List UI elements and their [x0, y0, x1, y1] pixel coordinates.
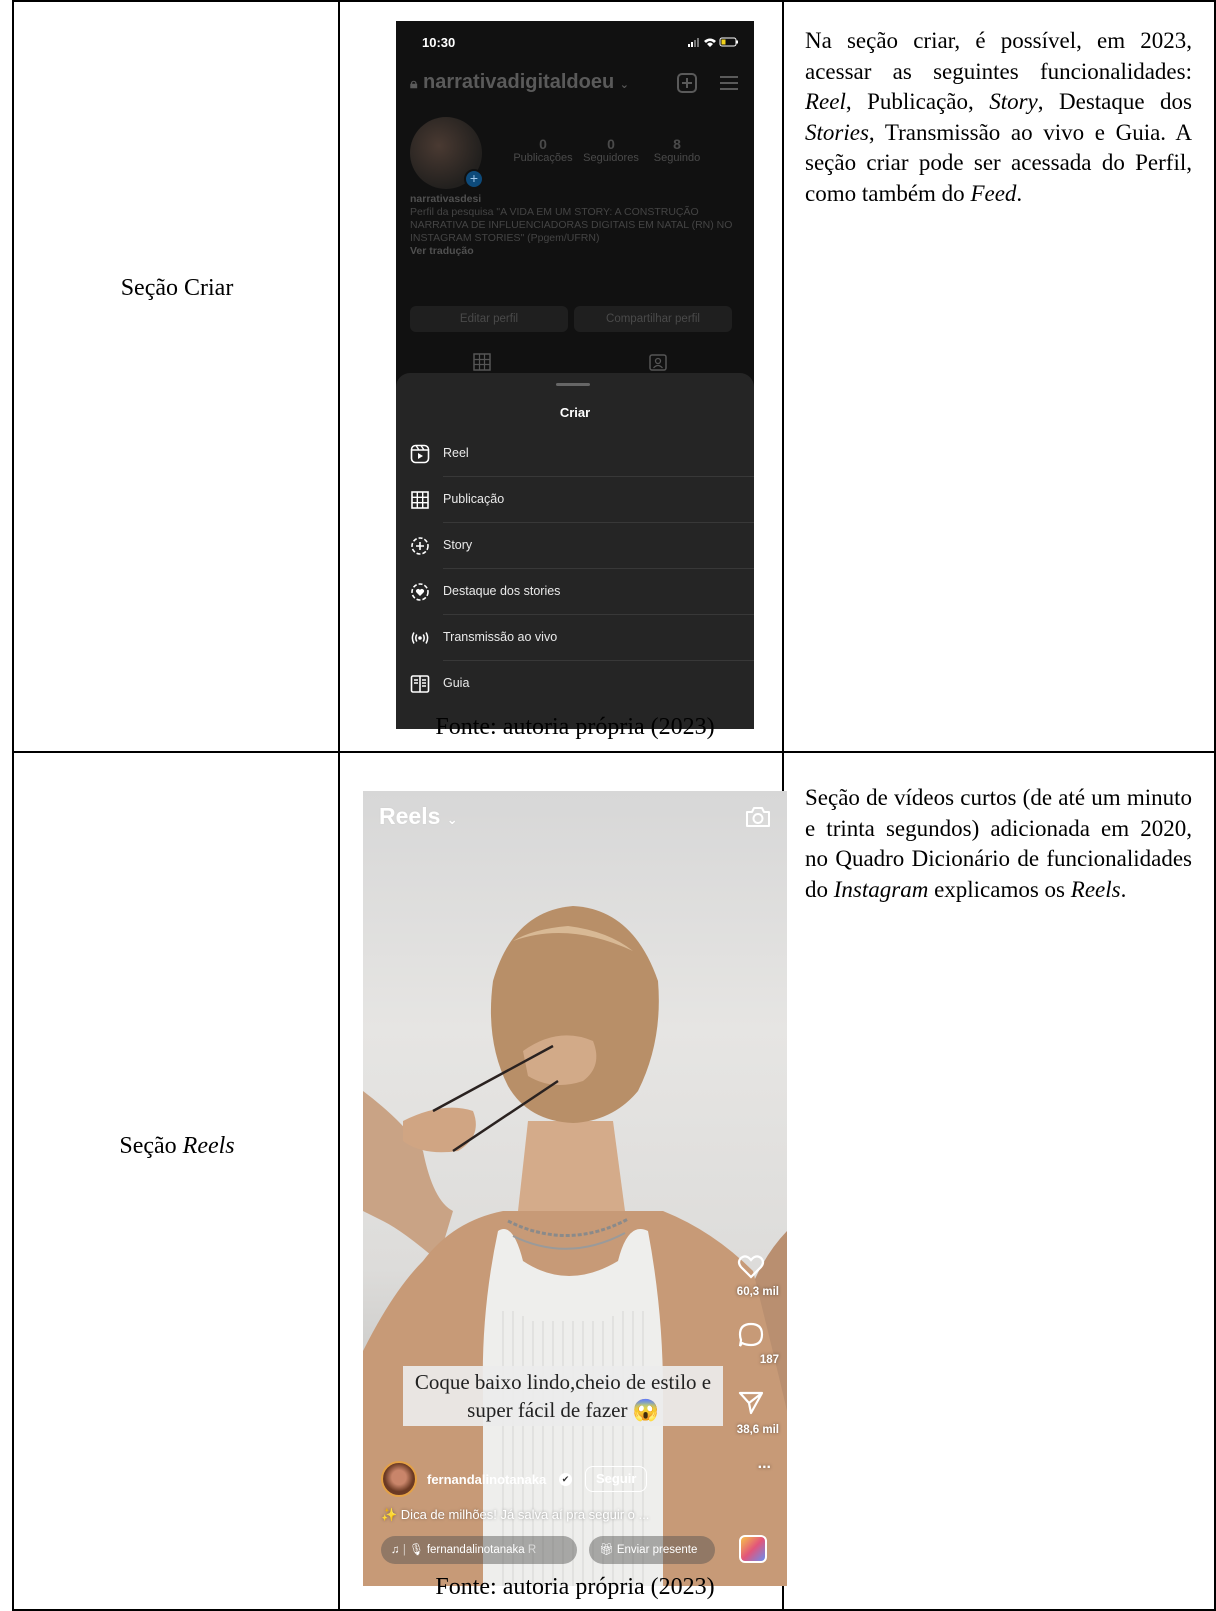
likes-count: 60,3 mil: [736, 1286, 779, 1298]
description-text: Na seção criar, é possível, em 2023, ace…: [805, 28, 1193, 206]
camera-icon[interactable]: [745, 805, 771, 829]
stat-followers[interactable]: 0 Seguidores: [576, 136, 646, 164]
comments-count: 187: [759, 1354, 779, 1366]
account-avatar[interactable]: [381, 1461, 417, 1497]
menu-item-story[interactable]: Story: [396, 523, 754, 569]
shares-count: 38,6 mil: [736, 1424, 779, 1436]
stat-posts[interactable]: 0 Publicações: [508, 136, 578, 164]
audio-pill[interactable]: ♫ | 🎙︎ fernandalinotanaka R: [381, 1536, 577, 1564]
guide-book-icon: [410, 675, 430, 693]
profile-bio: narrativasdesi Perfil da pesquisa "A VID…: [410, 193, 740, 258]
send-gift-button[interactable]: 🎁︎ Enviar presente: [589, 1536, 715, 1564]
gift-icon: 🎁︎: [599, 1544, 614, 1556]
reel-video-frame[interactable]: [363, 791, 787, 1586]
grid-tab-icon[interactable]: [473, 353, 491, 371]
display-name: narrativasdesi: [410, 193, 482, 205]
comment-icon[interactable]: [737, 1321, 765, 1349]
like-heart-icon[interactable]: [737, 1253, 765, 1281]
more-options-icon[interactable]: ...: [758, 1455, 771, 1473]
status-time: 10:30: [422, 35, 456, 50]
description-text: Seção de vídeos curtos (de até um minuto…: [805, 785, 1192, 902]
menu-item-reel[interactable]: Reel: [396, 431, 754, 477]
lock-icon: 🔒︎: [410, 75, 418, 91]
overlay-caption-text: Coque baixo lindo,cheio de estilo e supe…: [403, 1366, 723, 1426]
table-row-divider: [12, 751, 1216, 753]
sheet-title: Criar: [559, 405, 591, 420]
share-profile-button[interactable]: Compartilhar perfil: [574, 306, 732, 332]
follow-button[interactable]: Seguir: [585, 1466, 648, 1492]
edit-profile-button[interactable]: Editar perfil: [410, 306, 568, 332]
menu-item-publicacao[interactable]: Publicação: [396, 477, 754, 523]
caption-criar: Fonte: autoria própria (2023): [435, 714, 715, 740]
audio-bar: ♫ | 🎙︎ fernandalinotanaka R 🎁︎ Enviar pr…: [381, 1536, 715, 1564]
music-note-icon: ♫: [391, 1544, 400, 1556]
highlight-heart-icon: [411, 583, 429, 601]
chevron-down-icon: ⌄: [619, 79, 629, 91]
sheet-drag-handle[interactable]: [556, 383, 590, 386]
table-border-left: [12, 0, 14, 1611]
tagged-tab-icon[interactable]: [649, 353, 667, 371]
reels-title[interactable]: Reels ⌄: [379, 803, 458, 830]
caption-reels: Fonte: autoria própria (2023): [435, 1574, 715, 1600]
profile-top-icons[interactable]: [672, 71, 742, 95]
reel-description[interactable]: ✨ Dica de milhões! Já salva aí pra segui…: [381, 1507, 649, 1523]
create-bottom-sheet: Criar Reel Publicação Story Destaque dos…: [396, 373, 754, 729]
chevron-down-icon: ⌄: [446, 812, 458, 827]
row-description-reels: Seção de vídeos curtos (de até um minuto…: [805, 783, 1192, 905]
story-plus-icon: [411, 537, 429, 555]
row-label-reels: Seção Reels: [119, 1133, 235, 1159]
menu-item-transmissao[interactable]: Transmissão ao vivo: [396, 615, 754, 661]
verified-badge-icon: ✔: [559, 1473, 572, 1486]
microphone-icon: 🎙︎: [409, 1544, 424, 1556]
add-story-plus-icon[interactable]: +: [464, 169, 484, 189]
table-col-divider-1: [338, 0, 340, 1611]
instagram-profile-screenshot: 10:30 🔒︎ narrativadigitaldoeu ⌄ + 0 Publi…: [396, 21, 754, 729]
account-handle[interactable]: fernandalinotanaka: [427, 1472, 546, 1487]
share-send-icon[interactable]: [737, 1389, 765, 1417]
instagram-reels-screenshot: Reels ⌄ 60,3 mil 187 38,6 mil ... Coque …: [363, 791, 787, 1586]
reel-icon: [410, 444, 430, 464]
status-bar-icons: [688, 37, 738, 47]
row-label-criar: Seção Criar: [120, 275, 234, 301]
grid-post-icon: [411, 491, 429, 509]
see-translation-link[interactable]: Ver tradução: [410, 245, 740, 258]
menu-item-guia[interactable]: Guia: [396, 661, 754, 707]
stat-following[interactable]: 8 Seguindo: [642, 136, 712, 164]
table-border-top: [12, 0, 1216, 2]
bio-text: Perfil da pesquisa "A VIDA EM UM STORY: …: [410, 206, 733, 244]
live-broadcast-icon: [411, 632, 429, 644]
audio-thumbnail[interactable]: [739, 1535, 767, 1563]
row-description-criar: Na seção criar, é possível, em 2023, ace…: [805, 26, 1192, 209]
profile-username[interactable]: 🔒︎ narrativadigitaldoeu ⌄: [410, 71, 629, 94]
menu-item-destaque[interactable]: Destaque dos stories: [396, 569, 754, 615]
